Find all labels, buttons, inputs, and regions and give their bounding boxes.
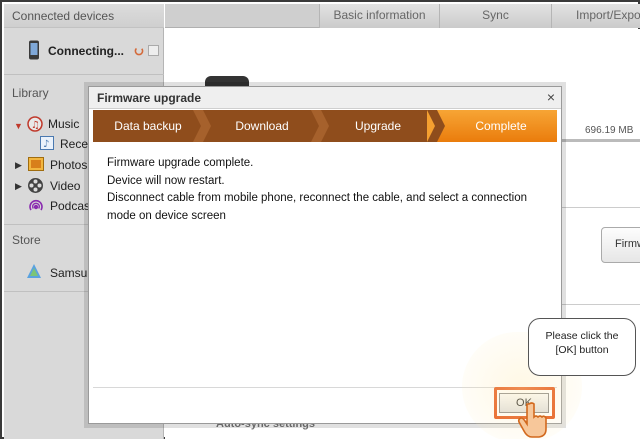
- callout-text: [OK] button: [555, 344, 609, 356]
- step-data-backup: Data backup: [93, 110, 203, 142]
- tab-basic-information[interactable]: Basic information: [319, 4, 439, 28]
- progress-steps: Data backup Download Upgrade Complete: [93, 110, 557, 142]
- pointer-hand-icon: [517, 402, 547, 438]
- device-status: Connecting...: [48, 44, 124, 58]
- storage-text: 696.19 MB: [585, 125, 634, 136]
- music-icon: ♫: [27, 116, 43, 132]
- firmware-button[interactable]: Firmw: [601, 227, 640, 263]
- step-complete: Complete: [435, 110, 557, 142]
- message-line: Device will now restart.: [107, 174, 225, 187]
- close-icon[interactable]: ×: [547, 89, 555, 105]
- sidebar-item-music[interactable]: Music: [48, 117, 79, 131]
- message-line: Disconnect cable from mobile phone, reco…: [107, 192, 528, 222]
- tab-import-export[interactable]: Import/Expo: [551, 4, 640, 28]
- tab-bar: Basic information Sync Import/Expo: [165, 4, 640, 28]
- dialog-message: Firmware upgrade complete. Device will n…: [107, 155, 547, 225]
- sidebar-item-video[interactable]: Video: [50, 179, 80, 193]
- section-divider: [560, 304, 640, 305]
- podcast-icon: [29, 199, 43, 211]
- expand-arrow-icon[interactable]: ▼: [14, 121, 23, 131]
- eject-checkbox[interactable]: [148, 45, 159, 56]
- samsung-apps-icon: [27, 264, 41, 278]
- sidebar-item-photos[interactable]: Photos: [50, 158, 87, 172]
- expand-arrow-icon[interactable]: ▶: [15, 181, 22, 192]
- divider: [4, 74, 164, 75]
- library-header: Library: [12, 86, 49, 100]
- svg-text:♪: ♪: [43, 139, 49, 150]
- expand-arrow-icon[interactable]: ▶: [15, 160, 22, 171]
- dialog-title: Firmware upgrade: [89, 87, 561, 109]
- callout-text: Please click the: [545, 330, 619, 342]
- connected-devices-header: Connected devices: [4, 4, 164, 28]
- storage-bar: [560, 139, 640, 142]
- store-header: Store: [12, 233, 41, 247]
- svg-text:♫: ♫: [31, 120, 40, 131]
- message-line: Firmware upgrade complete.: [107, 157, 254, 169]
- photos-icon: [28, 157, 44, 171]
- video-icon: [28, 178, 43, 193]
- app-window: Connected devices Connecting... Library …: [0, 0, 640, 439]
- step-chevron-icon: [427, 110, 445, 142]
- phone-icon: [29, 40, 39, 60]
- sidebar-item-podcast[interactable]: Podcast: [50, 199, 93, 213]
- playlist-icon: ♪: [40, 136, 54, 150]
- device-item[interactable]: Connecting...: [4, 34, 164, 70]
- section-divider: [560, 207, 640, 208]
- step-download: Download: [203, 110, 321, 142]
- step-upgrade: Upgrade: [321, 110, 435, 142]
- tab-sync[interactable]: Sync: [439, 4, 551, 28]
- step-chevron-icon: [193, 110, 211, 142]
- callout-bubble: Please click the [OK] button: [528, 318, 636, 376]
- sync-icon[interactable]: [134, 46, 144, 56]
- step-chevron-icon: [311, 110, 329, 142]
